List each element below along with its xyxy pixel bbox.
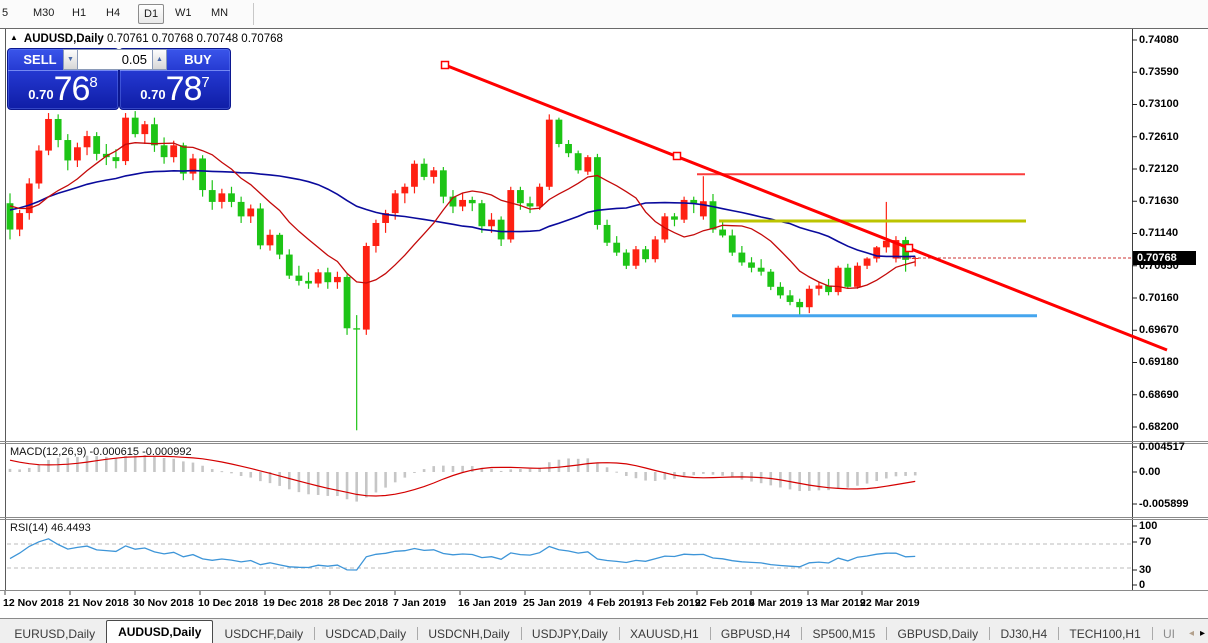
- chart-tab-TECH100-H1[interactable]: TECH100,H1: [1058, 624, 1151, 643]
- bid-price-big: 76: [53, 70, 91, 108]
- chart-tab-GBPUSD-H4[interactable]: GBPUSD,H4: [710, 624, 801, 643]
- date-axis-label: 22 Mar 2019: [860, 597, 920, 609]
- ask-price-prefix: 0.70: [140, 86, 166, 102]
- candlestick-series: [6, 111, 919, 431]
- date-axis-label: 21 Nov 2018: [68, 597, 129, 609]
- date-axis-label: 30 Nov 2018: [133, 597, 194, 609]
- chart-tab-USDJPY-Daily[interactable]: USDJPY,Daily: [521, 624, 619, 643]
- price-axis-label: 0.73590: [1139, 66, 1179, 79]
- date-axis-label: 4 Mar 2019: [749, 597, 803, 609]
- ask-price-big: 78: [165, 70, 203, 108]
- tabs-scroll-left-icon[interactable]: ◂: [1189, 628, 1194, 639]
- price-axis-label: 0.68200: [1139, 420, 1179, 433]
- ask-price-pipette: 7: [201, 73, 210, 91]
- bid-price-pipette: 8: [89, 73, 98, 91]
- chart-ohlc-values: 0.70761 0.70768 0.70748 0.70768: [107, 33, 283, 45]
- chart-tab-UI[interactable]: UI: [1152, 624, 1186, 643]
- date-axis-label: 4 Feb 2019: [588, 597, 642, 609]
- trendline-handle[interactable]: [904, 243, 914, 253]
- rsi-axis-label: 30: [1139, 564, 1152, 576]
- date-axis-label: 10 Dec 2018: [198, 597, 259, 609]
- price-axis-label: 0.69180: [1139, 356, 1179, 369]
- lot-increase-button[interactable]: ▲: [152, 49, 167, 70]
- date-axis-label: 19 Dec 2018: [263, 597, 324, 609]
- tabs-scroll-right-icon[interactable]: ▸: [1200, 628, 1205, 639]
- price-axis-label: 0.72120: [1139, 162, 1179, 175]
- price-axis-label: 0.71140: [1139, 227, 1179, 240]
- macd-histogram: [8, 455, 917, 502]
- rsi-axis-label: 0: [1139, 579, 1146, 591]
- ma-slow-line: [9, 169, 916, 258]
- date-axis-label: 25 Jan 2019: [523, 597, 582, 609]
- ma-fast-line: [9, 142, 916, 290]
- rsi-label: RSI(14) 46.4493: [10, 522, 91, 534]
- rsi-line: [9, 538, 916, 571]
- trendline-handle[interactable]: [672, 151, 682, 161]
- chart-tab-USDCHF-Daily[interactable]: USDCHF,Daily: [213, 624, 314, 643]
- date-axis-label: 13 Mar 2019: [806, 597, 866, 609]
- lot-size-input[interactable]: 0.05: [78, 49, 152, 70]
- date-axis-label: 28 Dec 2018: [328, 597, 389, 609]
- current-price-tag: 0.70768: [1133, 251, 1196, 265]
- chart-tab-SP500-M15[interactable]: SP500,M15: [802, 624, 887, 643]
- chart-title: ▲ AUDUSD,Daily 0.70761 0.70768 0.70748 0.…: [10, 33, 283, 45]
- chart-tab-bar: EURUSD,Daily AUDUSD,Daily USDCHF,Daily USDC…: [0, 618, 1208, 643]
- descending-trendline[interactable]: [444, 63, 1168, 352]
- macd-axis-label: 0.00: [1139, 466, 1161, 478]
- chart-tab-EURUSD-Daily[interactable]: EURUSD,Daily: [3, 624, 106, 643]
- date-axis-label: 22 Feb 2019: [695, 597, 755, 609]
- macd-axis-label: -0.005899: [1139, 498, 1189, 510]
- collapse-panel-icon[interactable]: ▲: [10, 33, 18, 42]
- macd-axis-label: 0.004517: [1139, 441, 1185, 453]
- trading-platform-window: 5 M30 H1 H4 D1 W1 MN ▲ AUDUSD,Daily 0.70761 0.7…: [0, 0, 1208, 643]
- chart-tab-USDCNH-Daily[interactable]: USDCNH,Daily: [417, 624, 520, 643]
- bid-price-prefix: 0.70: [28, 86, 54, 102]
- trendline-handle[interactable]: [440, 60, 450, 70]
- date-axis-label: 13 Feb 2019: [641, 597, 701, 609]
- rsi-axis-label: 100: [1139, 520, 1158, 532]
- chart-tab-USDCAD-Daily[interactable]: USDCAD,Daily: [314, 624, 417, 643]
- price-axis-label: 0.71630: [1139, 195, 1179, 208]
- price-axis-label: 0.73100: [1139, 98, 1179, 111]
- buy-button-label: BUY: [184, 52, 212, 67]
- chart-tab-DJ30-H4[interactable]: DJ30,H4: [989, 624, 1058, 643]
- lot-decrease-button[interactable]: ▼: [63, 49, 78, 70]
- axis-tick-marks: [4, 39, 1137, 595]
- price-axis-label: 0.72610: [1139, 130, 1179, 143]
- chart-tab-XAUUSD-H1[interactable]: XAUUSD,H1: [619, 624, 710, 643]
- date-axis-label: 7 Jan 2019: [393, 597, 447, 609]
- price-axis-label: 0.70160: [1139, 291, 1179, 304]
- price-axis-label: 0.68690: [1139, 388, 1179, 401]
- ask-price: 0.70 78 7: [120, 70, 230, 108]
- sell-button-label: SELL: [23, 52, 57, 67]
- macd-label: MACD(12,26,9) -0.000615 -0.000992: [10, 446, 192, 458]
- bid-price: 0.70 76 8: [8, 70, 118, 108]
- chart-symbol-label: AUDUSD,Daily: [23, 33, 104, 45]
- price-axis-label: 0.74080: [1139, 34, 1179, 46]
- price-axis-label: 0.69670: [1139, 324, 1179, 337]
- date-axis-label: 12 Nov 2018: [3, 597, 64, 609]
- chart-tab-GBPUSD-Daily[interactable]: GBPUSD,Daily: [887, 624, 990, 643]
- lot-size-spinner: ▼ 0.05 ▲: [63, 49, 167, 70]
- chart-tab-AUDUSD-Daily[interactable]: AUDUSD,Daily: [106, 620, 214, 643]
- date-axis-label: 16 Jan 2019: [458, 597, 517, 609]
- rsi-axis-label: 70: [1139, 536, 1152, 548]
